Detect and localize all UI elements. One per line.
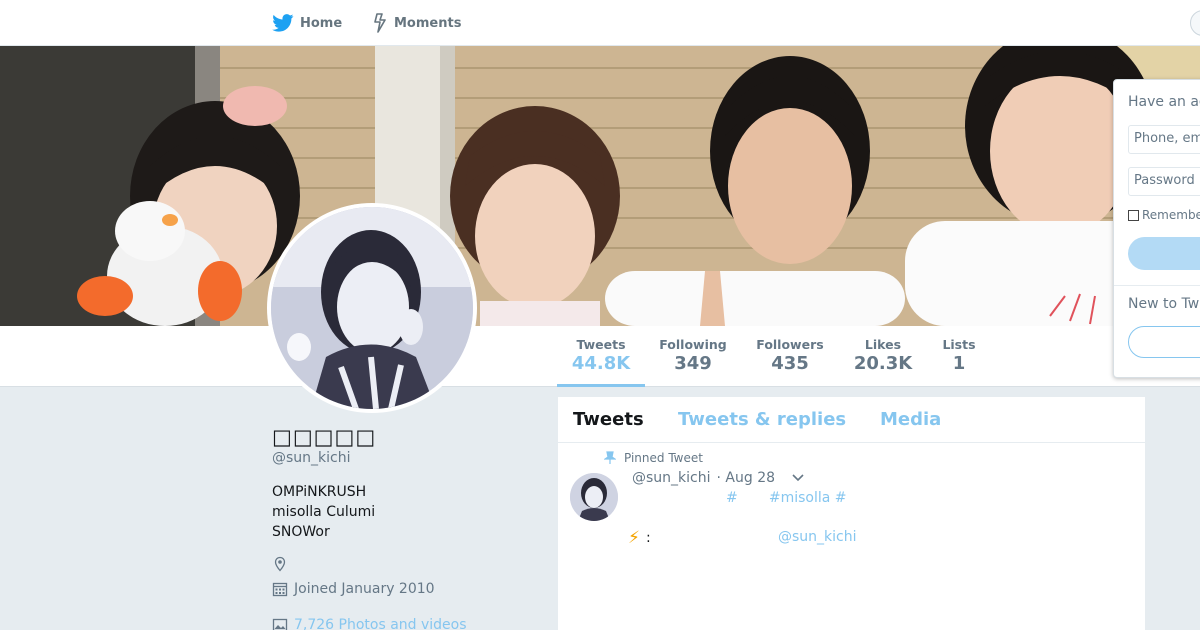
avatar-image <box>271 207 473 409</box>
stat-following[interactable]: Following 349 <box>652 326 734 387</box>
account-avatar-button[interactable] <box>1190 10 1200 36</box>
profile-bio: OMPiNKRUSH misolla Culumi SNOWor <box>272 482 375 542</box>
pinned-tweet-header: Pinned Tweet <box>604 451 703 465</box>
profile-name: □□□□□ <box>272 425 377 449</box>
timeline-tabs: Tweets Tweets & replies Media <box>558 397 1145 443</box>
top-nav: Home Moments <box>0 0 1200 46</box>
calendar-icon <box>272 582 288 597</box>
profile-joined: Joined January 2010 <box>272 581 435 597</box>
stat-value: 435 <box>771 353 809 374</box>
profile-nav: Tweets 44.8K Following 349 Followers 435… <box>0 326 1200 387</box>
lightning-icon <box>374 13 386 33</box>
stat-followers[interactable]: Followers 435 <box>750 326 830 387</box>
nav-home[interactable]: Home <box>272 0 342 46</box>
tweet-text: : <box>645 530 651 546</box>
profile-photos-link[interactable]: 7,726 Photos and videos <box>272 617 467 630</box>
stat-value: 349 <box>674 353 712 374</box>
photos-link-text: 7,726 Photos and videos <box>294 617 467 630</box>
remember-label: Remember me <box>1142 208 1200 222</box>
tweet-hashtags[interactable]: # #misolla # <box>726 490 847 506</box>
pin-icon <box>604 451 616 464</box>
tweet-handle[interactable]: @sun_kichi <box>632 470 711 486</box>
profile-avatar[interactable] <box>267 203 477 413</box>
stat-tweets[interactable]: Tweets 44.8K <box>557 326 645 387</box>
chevron-down-icon[interactable] <box>791 473 805 483</box>
tweet-mention[interactable]: @sun_kichi <box>778 529 857 545</box>
login-dropdown: Have an account? Phone, email or usernam… <box>1113 79 1200 378</box>
stat-label: Tweets <box>576 337 626 352</box>
joined-text: Joined January 2010 <box>294 581 435 597</box>
nav-moments-label: Moments <box>394 15 462 31</box>
stat-likes[interactable]: Likes 20.3K <box>848 326 918 387</box>
remember-me[interactable]: Remember me <box>1128 208 1200 222</box>
stat-value: 44.8K <box>571 353 631 374</box>
login-title: Have an account? <box>1128 94 1200 110</box>
profile-location <box>272 556 288 572</box>
stat-label: Following <box>659 337 727 352</box>
tweet-avatar[interactable] <box>570 473 618 521</box>
nav-moments[interactable]: Moments <box>372 0 461 46</box>
pinned-label: Pinned Tweet <box>624 451 703 465</box>
bio-line: OMPiNKRUSH <box>272 484 367 500</box>
profile-handle[interactable]: @sun_kichi <box>272 450 351 466</box>
username-input[interactable]: Phone, email or username <box>1128 125 1200 154</box>
login-button[interactable] <box>1128 237 1200 270</box>
tab-tweets-replies[interactable]: Tweets & replies <box>678 409 846 430</box>
login-divider <box>1114 285 1200 286</box>
twitter-bird-icon <box>272 14 294 32</box>
timeline: Tweets Tweets & replies Media Pinned Twe… <box>558 397 1145 630</box>
stat-label: Likes <box>864 337 902 352</box>
lightning-emoji-icon: ⚡ <box>628 528 640 548</box>
photo-icon <box>272 618 288 630</box>
tweet-date[interactable]: · Aug 28 <box>717 470 776 486</box>
tweet-header: @sun_kichi · Aug 28 <box>632 470 805 486</box>
stat-value: 1 <box>952 353 966 374</box>
location-pin-icon <box>274 556 286 572</box>
password-input[interactable]: Password <box>1128 167 1200 196</box>
stat-label: Followers <box>756 337 824 352</box>
tab-tweets[interactable]: Tweets <box>573 409 644 430</box>
signup-button[interactable] <box>1128 326 1200 358</box>
bio-line: misolla Culumi <box>272 504 376 520</box>
tab-media[interactable]: Media <box>880 409 941 430</box>
bio-line: SNOWor <box>272 524 330 540</box>
new-to-twitter: New to Twitter? <box>1128 296 1200 312</box>
header-photo <box>0 46 1200 326</box>
nav-home-label: Home <box>300 15 343 31</box>
stat-label: Lists <box>942 337 976 352</box>
remember-checkbox[interactable] <box>1128 209 1139 221</box>
stat-lists[interactable]: Lists 1 <box>937 326 981 387</box>
tweet-text-line: ⚡ : @sun_kichi <box>628 528 857 548</box>
stat-value: 20.3K <box>853 353 913 374</box>
header-image <box>0 46 1200 326</box>
